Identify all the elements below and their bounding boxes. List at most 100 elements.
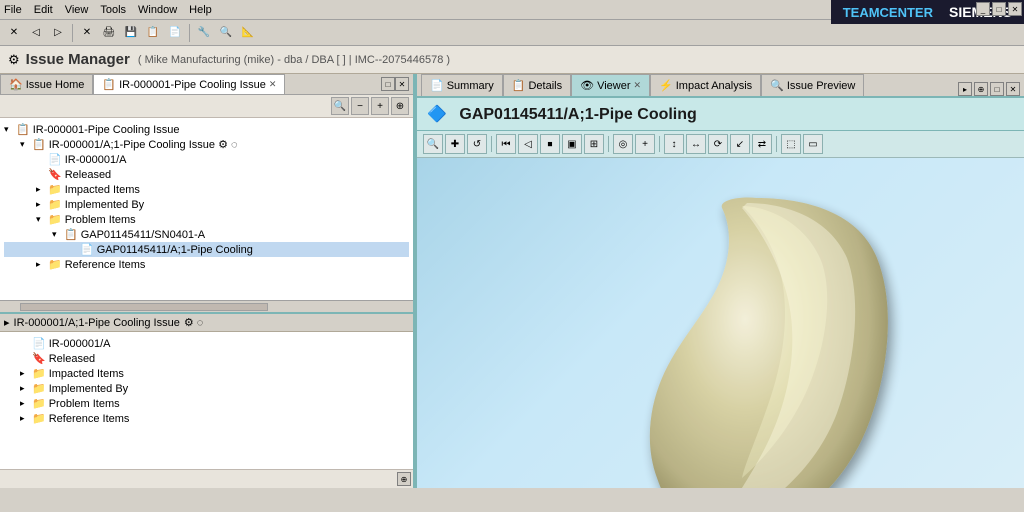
menu-view[interactable]: View (65, 4, 89, 16)
tree-item-1[interactable]: ▾ 📋 IR-000001/A;1-Pipe Cooling Issue ⚙ ◌ (4, 137, 409, 152)
viewer-close[interactable]: ✕ (634, 80, 642, 91)
toolbar-sep-1 (72, 24, 73, 42)
app-title: Issue Manager (26, 51, 130, 68)
left-panel-restore[interactable]: □ (381, 77, 395, 91)
bottom-tree-icon-5: 📁 (32, 397, 46, 410)
left-panel: 🏠 Issue Home 📋 IR-000001-Pipe Cooling Is… (0, 74, 415, 488)
bottom-tree-icon-6: 📁 (32, 412, 46, 425)
left-toolbar: 🔍 − + ⊕ (0, 95, 413, 118)
tab-issue-preview[interactable]: 🔍 Issue Preview (761, 74, 864, 96)
bottom-tree-item-4[interactable]: ▸ 📁 Implemented By (4, 381, 409, 396)
tree-item-9[interactable]: ▸ 📁 Reference Items (4, 257, 409, 272)
tab-summary[interactable]: 📄 Summary (421, 74, 503, 96)
menu-window[interactable]: Window (138, 4, 177, 16)
tree-icon-1: 📋 (32, 138, 46, 151)
tree-icon-2: 📄 (48, 153, 62, 166)
toolbar-sep-2 (189, 24, 190, 42)
tree-item-0[interactable]: ▾ 📋 IR-000001-Pipe Cooling Issue (4, 122, 409, 137)
tab-details[interactable]: 📋 Details (503, 74, 571, 96)
tree-icon-7: 📋 (64, 228, 78, 241)
tree-upper[interactable]: ▾ 📋 IR-000001-Pipe Cooling Issue ▾ 📋 IR-… (0, 118, 413, 300)
viewer-btn-vert[interactable]: ↕ (664, 134, 684, 154)
window-controls: _ □ ✕ (976, 2, 1022, 16)
left-minus[interactable]: − (351, 97, 369, 115)
bottom-tree-item-3[interactable]: ▸ 📁 Impacted Items (4, 366, 409, 381)
right-panel-close[interactable]: ✕ (1006, 82, 1020, 96)
pipe-cooling-close[interactable]: ✕ (269, 79, 277, 90)
toolbar-btn-1[interactable]: ✕ (4, 23, 24, 43)
bottom-tree-item-5[interactable]: ▸ 📁 Problem Items (4, 396, 409, 411)
menu-file[interactable]: File (4, 4, 22, 16)
toolbar-btn-8[interactable]: 📄 (165, 23, 185, 43)
tab-viewer[interactable]: 👁 Viewer ✕ (571, 74, 650, 96)
tree-item-2[interactable]: 📄 IR-000001/A (4, 152, 409, 167)
tab-issue-home[interactable]: 🏠 Issue Home (0, 74, 93, 94)
tree-icon-0: 📋 (16, 123, 30, 136)
app-header: ⚙ Issue Manager ( Mike Manufacturing (mi… (0, 46, 1024, 74)
viewer-btn-bar[interactable]: ▭ (803, 134, 823, 154)
toolbar-btn-5[interactable]: 🖨 (99, 23, 119, 43)
app-icon: ⚙ (8, 52, 20, 68)
right-panel-restore[interactable]: □ (990, 82, 1004, 96)
viewer-title-bar: 🔷 GAP01145411/A;1-Pipe Cooling (417, 98, 1024, 131)
preview-icon: 🔍 (770, 79, 784, 92)
right-panel-btn2[interactable]: ⊕ (974, 82, 988, 96)
viewer-btn-stop[interactable]: ⏹ (540, 134, 560, 154)
tab-pipe-cooling[interactable]: 📋 IR-000001-Pipe Cooling Issue ✕ (93, 74, 285, 94)
viewer-sep-3 (659, 136, 660, 152)
tree-lower[interactable]: 📄 IR-000001/A 🔖 Released ▸ 📁 Impacted It… (0, 332, 413, 469)
viewer-btn-target[interactable]: ◎ (613, 134, 633, 154)
bottom-tree-icon-4: 📁 (32, 382, 46, 395)
tree-item-3[interactable]: 🔖 Released (4, 167, 409, 182)
left-plus[interactable]: + (371, 97, 389, 115)
toolbar-btn-3[interactable]: ▷ (48, 23, 68, 43)
tree-item-8[interactable]: 📄 GAP01145411/A;1-Pipe Cooling (4, 242, 409, 257)
menu-bar: File Edit View Tools Window Help TEAMCEN… (0, 0, 1024, 20)
toolbar-btn-6[interactable]: 💾 (121, 23, 141, 43)
left-panel-close[interactable]: ✕ (395, 77, 409, 91)
viewer-3d-area[interactable] (417, 158, 1024, 488)
viewer-btn-horiz[interactable]: ↔ (686, 134, 706, 154)
menu-tools[interactable]: Tools (100, 4, 126, 16)
viewer-btn-spin[interactable]: ⟳ (708, 134, 728, 154)
viewer-btn-mirror[interactable]: ⇄ (752, 134, 772, 154)
viewer-btn-expand[interactable]: ⊞ (584, 134, 604, 154)
win-min[interactable]: _ (976, 2, 990, 16)
viewer-btn-add[interactable]: ✚ (445, 134, 465, 154)
viewer-btn-rect[interactable]: ⬚ (781, 134, 801, 154)
viewer-btn-fit[interactable]: ↙ (730, 134, 750, 154)
win-close[interactable]: ✕ (1008, 2, 1022, 16)
toolbar-btn-7[interactable]: 📋 (143, 23, 163, 43)
toolbar-btn-2[interactable]: ◁ (26, 23, 46, 43)
tree-item-4[interactable]: ▸ 📁 Impacted Items (4, 182, 409, 197)
bottom-expand-btn[interactable]: ⊕ (397, 472, 411, 486)
toolbar-btn-9[interactable]: 🔧 (194, 23, 214, 43)
tree-item-5[interactable]: ▸ 📁 Implemented By (4, 197, 409, 212)
app-subtitle: ( Mike Manufacturing (mike) - dba / DBA … (138, 54, 450, 66)
viewer-sep-1 (491, 136, 492, 152)
left-scrollbar[interactable] (0, 300, 413, 312)
viewer-btn-first[interactable]: ⏮ (496, 134, 516, 154)
right-panel-btn1[interactable]: ▸ (958, 82, 972, 96)
viewer-btn-plus[interactable]: + (635, 134, 655, 154)
viewer-btn-grid[interactable]: ▣ (562, 134, 582, 154)
viewer-btn-zoom[interactable]: 🔍 (423, 134, 443, 154)
left-panel-tabs: 🏠 Issue Home 📋 IR-000001-Pipe Cooling Is… (0, 74, 413, 95)
left-search[interactable]: 🔍 (331, 97, 349, 115)
viewer-btn-rotate[interactable]: ↺ (467, 134, 487, 154)
bottom-tree-item-6[interactable]: ▸ 📁 Reference Items (4, 411, 409, 426)
viewer-btn-prev[interactable]: ◁ (518, 134, 538, 154)
win-max[interactable]: □ (992, 2, 1006, 16)
menu-edit[interactable]: Edit (34, 4, 53, 16)
toolbar-btn-4[interactable]: ✕ (77, 23, 97, 43)
toolbar-btn-10[interactable]: 🔍 (216, 23, 236, 43)
bottom-header: ▸ IR-000001/A;1-Pipe Cooling Issue ⚙ ◌ (0, 314, 413, 332)
tab-impact-analysis[interactable]: ⚡ Impact Analysis (650, 74, 761, 96)
tree-item-7[interactable]: ▾ 📋 GAP01145411/SN0401-A (4, 227, 409, 242)
bottom-tree-item-2[interactable]: 🔖 Released (4, 351, 409, 366)
toolbar-btn-11[interactable]: 📐 (238, 23, 258, 43)
left-expand[interactable]: ⊕ (391, 97, 409, 115)
menu-help[interactable]: Help (189, 4, 212, 16)
bottom-tree-item-1[interactable]: 📄 IR-000001/A (4, 336, 409, 351)
tree-item-6[interactable]: ▾ 📁 Problem Items (4, 212, 409, 227)
